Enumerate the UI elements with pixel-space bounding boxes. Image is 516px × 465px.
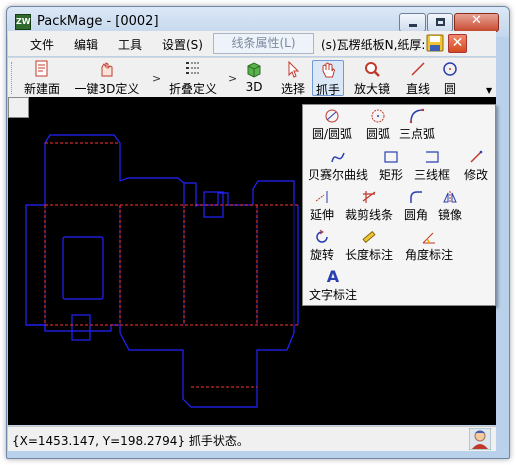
tool-rotate-label: 旋转 (309, 248, 334, 262)
minimize-button[interactable] (399, 13, 426, 32)
tool-bezier[interactable]: 贝赛尔曲线 (307, 149, 369, 183)
bezier-icon (331, 152, 345, 163)
tool-mirror-label: 镜像 (437, 208, 462, 222)
status-coordinates: {X=1453.147, Y=198.2794} 抓手状态。 (12, 434, 249, 448)
tool-length-dimension[interactable]: 长度标注 (343, 229, 395, 263)
circle-tool-button[interactable]: 圆 (438, 60, 462, 96)
line-tool-button[interactable]: 直线 (404, 60, 432, 96)
magnifier-icon (365, 62, 380, 77)
new-face-label: 新建面 (23, 82, 60, 96)
tool-rectangle-label: 矩形 (378, 168, 403, 182)
select-tool-button[interactable]: 选择 (276, 60, 310, 96)
trim-icon (362, 191, 376, 203)
circle-tool-label: 圆 (443, 82, 456, 96)
app-logo-icon: ZW (15, 14, 31, 30)
three-point-arc-icon (409, 108, 425, 124)
circle-arc-icon (325, 109, 339, 123)
view-3d-button[interactable]: 3D (242, 60, 266, 96)
tool-text-annotation-label: 文字标注 (308, 288, 357, 302)
text-annotation-icon: A (326, 267, 340, 286)
fold-list-icon (186, 62, 200, 74)
grab-tool-button[interactable]: 抓手 (312, 60, 344, 97)
tool-length-dimension-label: 长度标注 (344, 248, 393, 262)
hand-3d-icon (101, 62, 113, 77)
tool-three-point-arc[interactable]: 三点弧 (397, 108, 437, 142)
tool-rectangle[interactable]: 矩形 (375, 149, 407, 183)
user-avatar-icon[interactable] (469, 428, 491, 450)
modify-icon (470, 150, 483, 163)
minimize-icon (409, 24, 417, 27)
select-tool-label: 选择 (280, 82, 305, 96)
grab-tool-label: 抓手 (315, 83, 340, 97)
tool-three-line-frame[interactable]: 三线框 (411, 149, 453, 183)
hand-grab-icon (322, 62, 336, 78)
maximize-icon (436, 18, 445, 26)
rectangle-icon (384, 151, 398, 163)
arc-icon (371, 109, 385, 123)
line-properties-button[interactable]: 线条属性(L) (213, 33, 314, 54)
tool-extend[interactable]: 延伸 (307, 189, 337, 223)
one-click-3d-button[interactable]: 一键3D定义 (70, 60, 144, 96)
paper-type-label[interactable]: (s)瓦楞纸板N,纸厚:1 (321, 36, 433, 53)
circle-icon (443, 62, 457, 76)
line-icon (411, 62, 425, 76)
zoom-tool-button[interactable]: 放大镜 (350, 60, 394, 96)
status-bar: {X=1453.147, Y=198.2794} 抓手状态。 (8, 426, 496, 451)
tool-arc-label: 圆弧 (365, 127, 390, 141)
close-icon: ✕ (471, 13, 482, 28)
close-button[interactable]: ✕ (454, 13, 499, 32)
tool-mirror[interactable]: 镜像 (435, 189, 465, 223)
tool-fillet[interactable]: 圆角 (401, 189, 431, 223)
tool-three-line-frame-label: 三线框 (413, 168, 450, 182)
tool-arc[interactable]: 圆弧 (361, 108, 395, 142)
tool-angle-dimension[interactable]: 角度标注 (403, 229, 455, 263)
tool-extend-label: 延伸 (309, 208, 334, 222)
tool-circle-arc[interactable]: 圆/圆弧 (307, 108, 357, 142)
fillet-icon (410, 191, 422, 203)
maximize-button[interactable] (427, 13, 453, 32)
window-title: PackMage - [0002] (37, 14, 159, 29)
menu-bar: 文件 编辑 工具 设置(S) 线条属性(L) (s)瓦楞纸板N,纸厚:1 ✕ (8, 31, 496, 56)
main-toolbar: 新建面 一键3D定义 > 折叠定义 > 3D 选择 抓手 放大镜 直线 圆 ▼ (8, 57, 496, 97)
tool-bezier-label: 贝赛尔曲线 (307, 168, 368, 182)
draw-tools-dropdown: 圆/圆弧 圆弧 三点弧 贝赛尔曲线 矩形 三线框 修改 延伸 裁剪线条 圆角 镜… (302, 104, 496, 306)
new-document-icon (35, 60, 48, 77)
tool-modify-label: 修改 (463, 168, 488, 182)
one-click-3d-label: 一键3D定义 (74, 82, 140, 96)
tool-trim[interactable]: 裁剪线条 (341, 189, 397, 223)
angle-dimension-icon (422, 232, 435, 244)
tool-rotate[interactable]: 旋转 (307, 229, 337, 263)
view-3d-label: 3D (245, 80, 263, 94)
tool-trim-label: 裁剪线条 (344, 208, 393, 222)
extend-icon (315, 191, 328, 203)
close-document-button[interactable]: ✕ (448, 34, 467, 53)
new-face-button[interactable]: 新建面 (20, 60, 64, 96)
toolbar-arrow-2: > (228, 72, 238, 85)
tool-text-annotation[interactable]: A 文字标注 (307, 269, 359, 303)
cube-icon (247, 62, 261, 78)
toolbar-overflow-icon[interactable]: ▼ (486, 86, 492, 95)
mirror-icon (443, 191, 457, 203)
line-tool-label: 直线 (405, 82, 430, 96)
menu-edit[interactable]: 编辑 (74, 36, 98, 53)
save-icon[interactable] (426, 34, 444, 52)
fold-define-label: 折叠定义 (168, 82, 217, 96)
zoom-tool-label: 放大镜 (353, 82, 390, 96)
length-dimension-icon (362, 230, 376, 244)
tool-fillet-label: 圆角 (403, 208, 428, 222)
menu-file[interactable]: 文件 (30, 36, 54, 53)
tool-circle-arc-label: 圆/圆弧 (311, 127, 353, 141)
tool-modify[interactable]: 修改 (459, 149, 493, 183)
rotate-icon (316, 229, 328, 243)
toolbar-arrow-1: > (152, 72, 162, 85)
menu-tools[interactable]: 工具 (118, 36, 142, 53)
tool-angle-dimension-label: 角度标注 (404, 248, 453, 262)
tool-three-point-arc-label: 三点弧 (398, 127, 435, 141)
fold-define-button[interactable]: 折叠定义 (166, 60, 220, 96)
three-line-frame-icon (426, 151, 439, 163)
cursor-arrow-icon (288, 60, 300, 78)
toolbar-grip[interactable] (11, 62, 14, 94)
menu-settings[interactable]: 设置(S) (162, 36, 203, 53)
